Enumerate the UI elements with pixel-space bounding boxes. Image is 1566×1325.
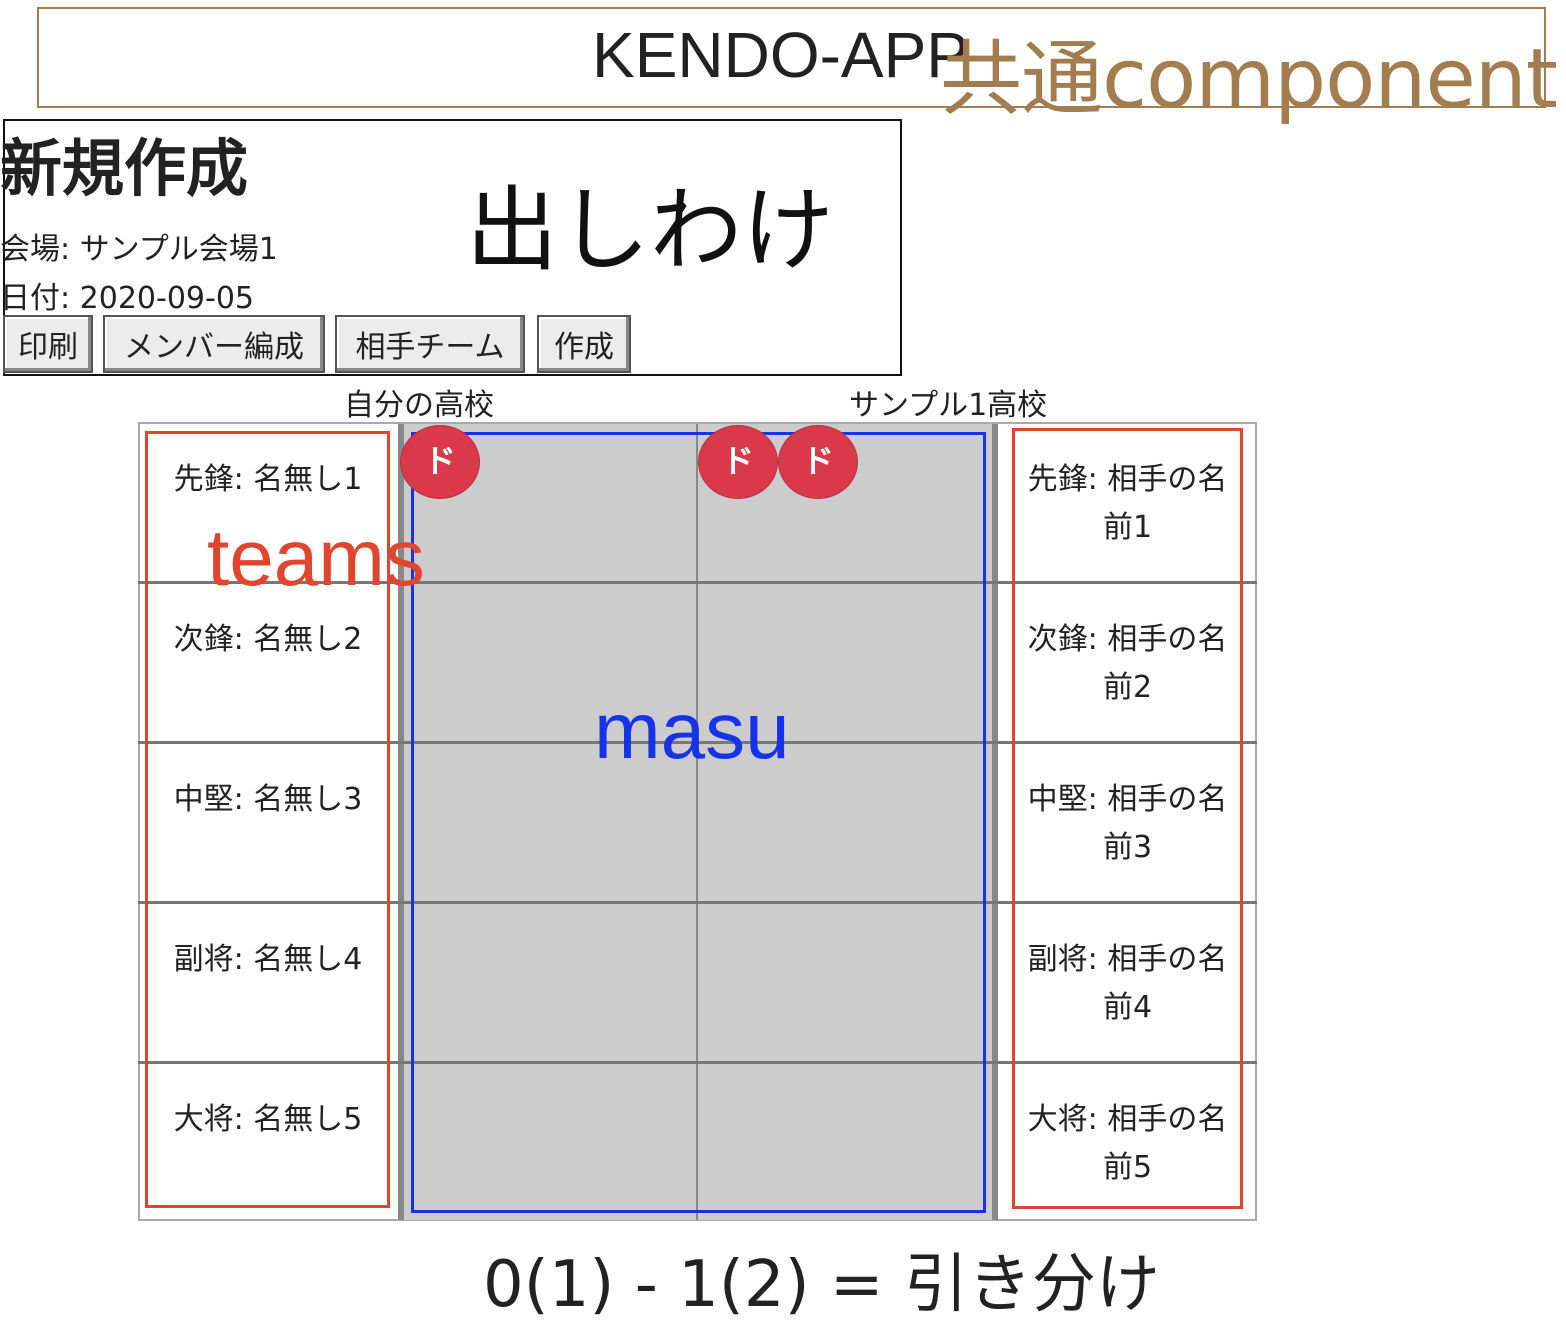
do-mark[interactable]: ド xyxy=(698,425,778,499)
masu-annotation-label: masu xyxy=(594,686,790,775)
opponent-school-name: サンプル1高校 xyxy=(849,388,1048,423)
print-button[interactable]: 印刷 xyxy=(3,315,93,373)
masu-annotation-box xyxy=(411,432,986,1213)
venue-text: 会場: サンプル会場1 xyxy=(0,232,278,267)
do-mark[interactable]: ド xyxy=(400,425,480,499)
dashiwake-annotation: 出しわけ xyxy=(466,177,835,284)
opponent-team-button[interactable]: 相手チーム xyxy=(335,315,525,373)
my-school-name: 自分の高校 xyxy=(344,388,494,423)
teams-annotation-label: teams xyxy=(207,513,425,602)
date-text: 日付: 2020-09-05 xyxy=(0,281,254,316)
match-result: 0(1) - 1(2) = 引き分け xyxy=(483,1248,1160,1322)
member-formation-button[interactable]: メンバー編成 xyxy=(103,315,325,373)
create-button[interactable]: 作成 xyxy=(537,315,631,373)
app-title: KENDO-APP xyxy=(592,19,969,91)
teams-annotation-box-right xyxy=(1012,428,1243,1209)
page-title: 新規作成 xyxy=(0,132,249,205)
common-component-annotation: 共通component xyxy=(940,32,1558,127)
do-mark[interactable]: ド xyxy=(778,425,858,499)
